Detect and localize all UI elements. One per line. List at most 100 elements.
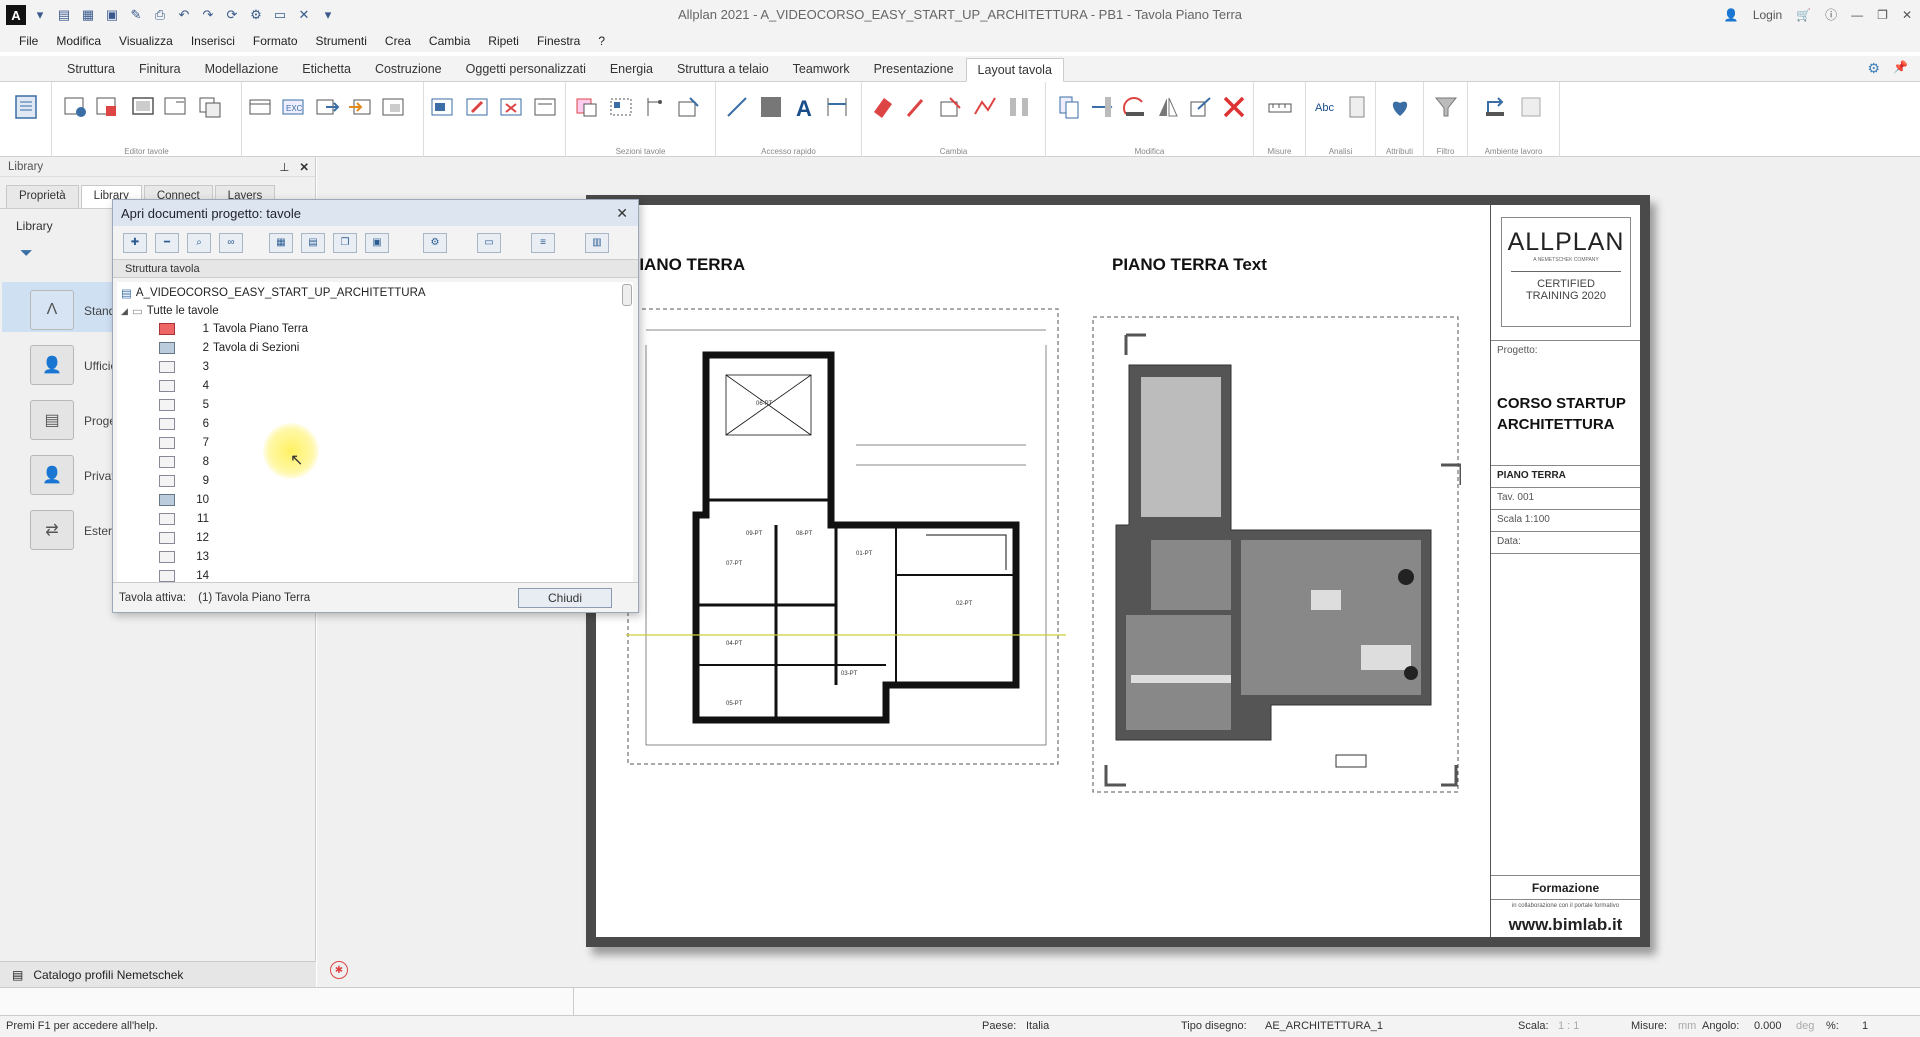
expand-arrow-icon[interactable]: ◢ [121,306,128,317]
status-tipo-value[interactable]: AE_ARCHITETTURA_1 [1265,1020,1383,1032]
tools-icon[interactable]: ✕ [294,6,314,24]
edit-icon[interactable]: ✎ [126,6,146,24]
sheet-row[interactable]: 1 Tavola Piano Terra [159,320,308,338]
add-sheet-icon[interactable]: ✚ [123,232,147,253]
login-link[interactable]: Login [1753,8,1782,22]
library-item-ufficio-icon[interactable]: 👤 [30,345,74,385]
filter-icon[interactable]: ⏷ [20,245,33,263]
open-file-icon[interactable]: ▦ [78,6,98,24]
pin-icon[interactable]: ⊥ [279,160,289,174]
layout-icon[interactable]: ▥ [585,232,609,253]
sheet-settings-icon[interactable] [62,94,88,120]
minimize-button[interactable]: — [1851,8,1863,22]
section-icon[interactable] [429,94,455,120]
section-list-icon[interactable] [532,94,558,120]
sheet-row[interactable]: 6 [159,415,213,433]
tab-presentazione[interactable]: Presentazione [862,57,966,81]
redo-icon[interactable]: ↷ [198,6,218,24]
move-icon[interactable] [314,94,340,120]
tab-energia[interactable]: Energia [598,57,665,81]
library-item-privato-icon[interactable]: 👤 [30,455,74,495]
tab-struttura[interactable]: Struttura [55,57,127,81]
modify-points-icon[interactable] [938,94,964,120]
menu-file[interactable]: File [10,34,47,48]
tab-teamwork[interactable]: Teamwork [781,57,862,81]
tab-modellazione[interactable]: Modellazione [193,57,291,81]
status-pct-value[interactable]: 1 [1862,1020,1868,1032]
menu-formato[interactable]: Formato [244,34,307,48]
sheet-row[interactable]: 3 [159,358,213,376]
status-scala-value[interactable]: 1 : 1 [1558,1020,1579,1032]
customize-icon[interactable]: ▾ [318,6,338,24]
element-icon[interactable] [247,94,273,120]
sheet-row[interactable]: 8 [159,453,213,471]
filter-icon[interactable] [1433,94,1459,120]
tree-group-row[interactable]: ◢ ▭ Tutte le tavole [121,302,219,320]
menu-visualizza[interactable]: Visualizza [110,34,182,48]
section-update-icon[interactable] [498,94,524,120]
allplan-logo-icon[interactable]: A [6,5,26,25]
sheet-label-icon[interactable] [162,94,188,120]
sheet-row[interactable]: 11 [159,510,213,528]
measure-icon[interactable] [1267,94,1293,120]
export-icon[interactable]: EXC [280,94,306,120]
sheet-copy-icon[interactable] [197,94,223,120]
menu-finestra[interactable]: Finestra [528,34,589,48]
sort-icon[interactable]: ▤ [301,232,325,253]
tab-etichetta[interactable]: Etichetta [290,57,363,81]
dimension-line-icon[interactable] [824,94,850,120]
copy-icon[interactable] [1056,94,1082,120]
tab-oggetti-personalizzati[interactable]: Oggetti personalizzati [454,57,598,81]
scale-icon[interactable] [1188,94,1214,120]
sheet-row[interactable]: 10 [159,491,213,509]
menu-help[interactable]: ? [589,34,614,48]
report-icon[interactable] [1344,94,1370,120]
viewport-edit-icon[interactable] [608,94,634,120]
library-item-progetto-icon[interactable]: ▤ [30,400,74,440]
user-icon[interactable]: 👤 [1724,8,1739,22]
window-icon[interactable]: ▭ [477,232,501,253]
tab-costruzione[interactable]: Costruzione [363,57,454,81]
link-icon[interactable]: ∞ [219,232,243,253]
structure-icon[interactable]: ▦ [269,232,293,253]
close-icon[interactable]: ✕ [299,160,309,174]
sheet-row[interactable]: 12 [159,529,213,547]
tab-finitura[interactable]: Finitura [127,57,193,81]
status-misure-value[interactable]: mm [1678,1020,1696,1032]
dialog-close-icon[interactable]: ✕ [616,205,628,222]
sheet-browser-icon[interactable] [13,94,39,120]
settings-icon[interactable]: ⚙ [423,232,447,253]
library-item-standard-icon[interactable]: Λ [30,290,74,330]
menu-cambia[interactable]: Cambia [420,34,479,48]
tree-project-row[interactable]: ▤ A_VIDEOCORSO_EASY_START_UP_ARCHITETTUR… [121,284,426,302]
list-icon[interactable]: ≡ [531,232,555,253]
polyline-icon[interactable] [972,94,998,120]
section-edit-icon[interactable] [464,94,490,120]
move-arrow-icon[interactable] [1089,94,1115,120]
remove-sheet-icon[interactable]: ━ [155,232,179,253]
spellcheck-icon[interactable]: Abc [1314,94,1340,120]
assign-icon[interactable]: ▣ [365,232,389,253]
save-icon[interactable]: ▣ [102,6,122,24]
tab-struttura-telaio[interactable]: Struttura a telaio [665,57,781,81]
viewport-icon[interactable] [574,94,600,120]
menu-ripeti[interactable]: Ripeti [479,34,528,48]
target-icon[interactable]: ✱ [330,961,348,979]
layout-sheet[interactable]: PIANO TERRA PIANO TERRA Text 06-PT 07-PT… [586,195,1650,947]
undo-icon[interactable]: ↶ [174,6,194,24]
sheet-row[interactable]: 13 [159,548,213,566]
attributes-icon[interactable] [1387,94,1413,120]
sheet-row[interactable]: 7 [159,434,213,452]
layout-icon[interactable]: ▭ [270,6,290,24]
cart-icon[interactable]: 🛒 [1796,8,1811,22]
eraser-icon[interactable] [870,94,896,120]
pencil-icon[interactable] [904,94,930,120]
viewport-modify-icon[interactable] [676,94,702,120]
maximize-button[interactable]: ❐ [1877,8,1888,22]
library-item-esterno-icon[interactable]: ⇄ [30,510,74,550]
settings-icon[interactable]: ⚙ [246,6,266,24]
print-icon[interactable]: ⎙ [150,6,170,24]
mirror-icon[interactable] [1006,94,1032,120]
workspace-icon[interactable] [1482,94,1508,120]
scrollbar-thumb[interactable] [622,284,632,306]
